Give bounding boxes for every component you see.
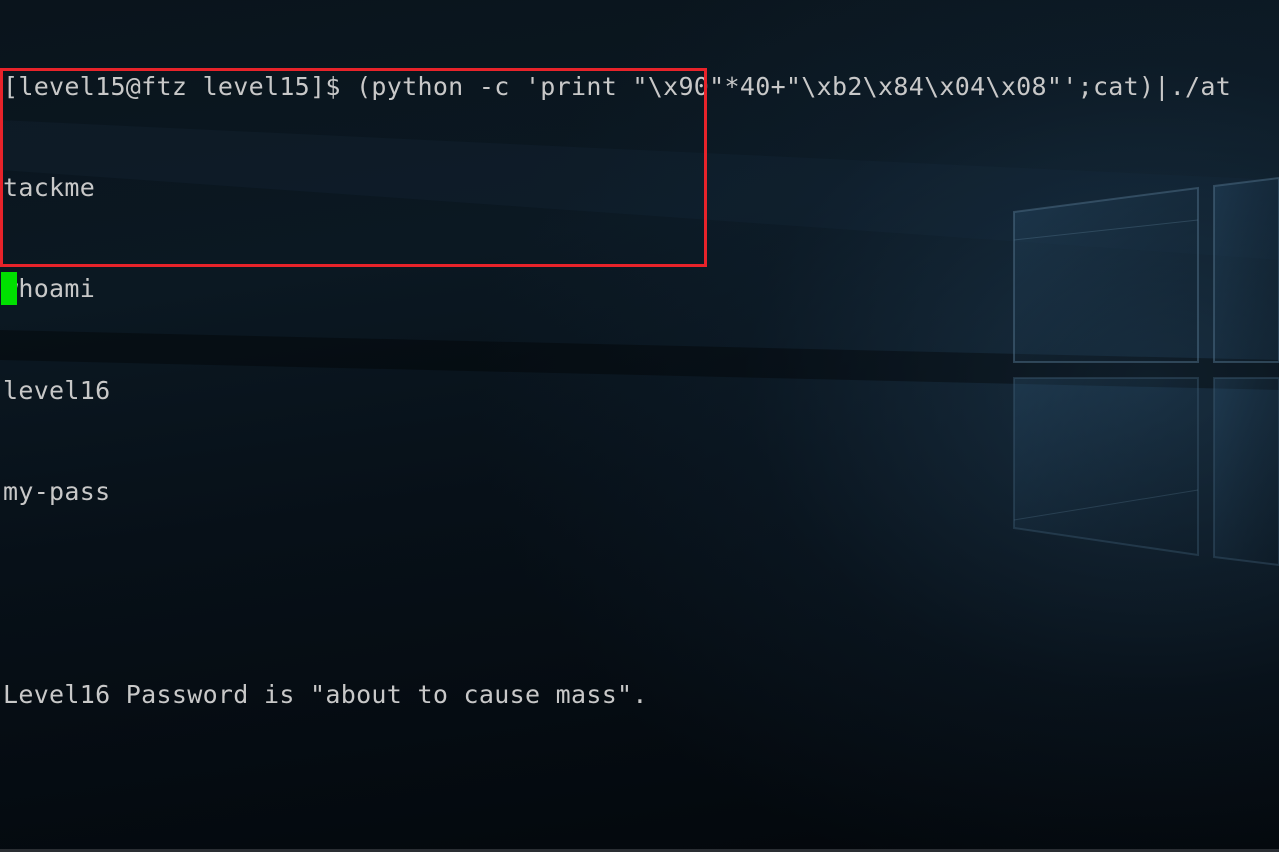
terminal-output-line <box>3 577 1231 611</box>
terminal-window[interactable]: [level15@ftz level15]$ (python -c 'print… <box>0 0 1279 852</box>
terminal-output[interactable]: [level15@ftz level15]$ (python -c 'print… <box>3 2 1231 779</box>
terminal-command-line: [level15@ftz level15]$ (python -c 'print… <box>3 71 1232 101</box>
terminal-output-line: whoami <box>3 274 96 304</box>
terminal-command-line-wrap: tackme <box>3 172 96 202</box>
terminal-password-line: Level16 Password is "about to cause mass… <box>3 679 648 709</box>
terminal-output-line: my-pass <box>3 477 111 507</box>
terminal-output-line: level16 <box>3 375 111 405</box>
terminal-cursor <box>1 272 17 305</box>
